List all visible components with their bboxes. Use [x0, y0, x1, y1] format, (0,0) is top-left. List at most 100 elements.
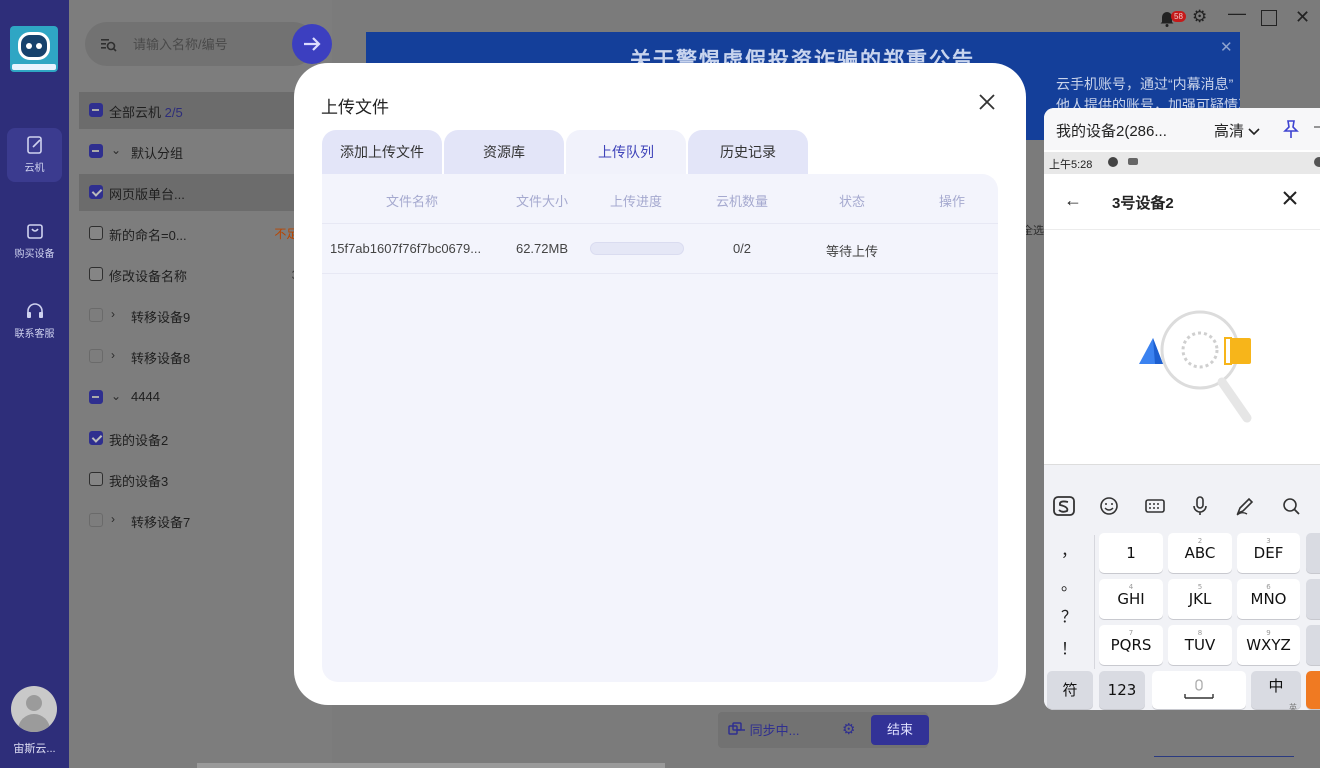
key-symbol[interactable]: 符 [1047, 671, 1093, 709]
upload-queue-table: 文件名称 文件大小 上传进度 云机数量 状态 操作 15f7ab1607f76f… [322, 174, 998, 682]
tree-item-label: 网页版单台... [109, 187, 185, 202]
back-arrow-icon[interactable]: ← [1064, 190, 1082, 211]
emoji-icon[interactable] [1098, 495, 1120, 517]
key-space[interactable] [1152, 671, 1246, 709]
user-avatar[interactable] [11, 686, 57, 732]
keyboard-icon[interactable] [1144, 495, 1166, 517]
checkbox[interactable] [89, 185, 103, 199]
key-delete[interactable] [1306, 533, 1320, 573]
checkbox[interactable] [89, 144, 103, 158]
tree-item-label: 转移设备7 [131, 515, 191, 530]
banner-close-icon[interactable]: ✕ [1220, 38, 1233, 56]
chevron-right-icon[interactable]: › [111, 348, 115, 362]
android-status-bar: 上午5:28 [1044, 152, 1320, 174]
rail-item-support[interactable]: 联系客服 [7, 294, 62, 348]
chevron-right-icon[interactable]: › [111, 307, 115, 321]
column-header-action: 操作 [938, 194, 965, 209]
sync-icon [728, 722, 745, 735]
keyboard-toolbar [1044, 465, 1320, 527]
end-button[interactable]: 结束 [871, 715, 929, 745]
handwriting-pen-icon[interactable] [1234, 495, 1256, 517]
user-name: 宙斯云... [13, 743, 56, 755]
bottom-link[interactable] [1154, 756, 1294, 757]
key-pqrs[interactable]: 7 PQRS [1099, 625, 1163, 665]
key-numbers[interactable]: 123 [1099, 671, 1145, 709]
status-time: 上午5:28 [1049, 159, 1093, 171]
key-language-switch[interactable]: 中英 [1251, 671, 1301, 710]
checkbox[interactable] [89, 472, 103, 486]
tree-item-label: 全部云机 2/5 [109, 105, 183, 120]
checkbox[interactable] [89, 308, 103, 322]
tree-item[interactable]: 全部云机 2/5 [79, 92, 305, 129]
key-extra[interactable] [1306, 625, 1320, 665]
checkbox[interactable] [89, 349, 103, 363]
tree-item[interactable]: ⌄默认分组1 [79, 133, 317, 170]
tree-item[interactable]: ›转移设备80 [79, 338, 317, 375]
notification-icon [1128, 158, 1138, 165]
checkbox[interactable] [89, 267, 103, 281]
chevron-right-icon[interactable]: › [111, 512, 115, 526]
tree-item[interactable]: 我的设备23天 [79, 420, 317, 457]
tree-item[interactable]: ›转移设备90 [79, 297, 317, 334]
punct-key[interactable]: ！ [1044, 635, 1094, 659]
tab-resource-library[interactable]: 资源库 [444, 130, 564, 174]
key-tuv[interactable]: 8 TUV [1168, 625, 1232, 665]
arrow-right-icon [304, 37, 321, 51]
rail-item-cloud[interactable]: 云机 [7, 128, 62, 182]
punct-key[interactable]: 。 [1044, 571, 1094, 595]
notification-badge: 58 [1171, 11, 1186, 22]
tree-item[interactable]: ⌄44441 [79, 379, 317, 416]
checkbox[interactable] [89, 513, 103, 527]
window-minimize-button[interactable]: — [1228, 3, 1246, 24]
search-icon[interactable] [1280, 495, 1302, 517]
key-wxyz[interactable]: 9 WXYZ [1237, 625, 1300, 665]
status-cell: 等待上传 [825, 244, 878, 259]
tree-item-label: 我的设备3 [109, 474, 169, 489]
key-enter[interactable] [1306, 671, 1320, 709]
checkbox[interactable] [89, 390, 103, 404]
tree-item-label: 转移设备9 [131, 310, 191, 325]
tab-upload-queue[interactable]: 上传队列 [566, 130, 686, 174]
tree-item[interactable]: 我的设备33天 [79, 461, 317, 498]
app-logo [10, 26, 58, 72]
dialog-title: 上传文件 [321, 98, 389, 117]
checkbox[interactable] [89, 431, 103, 445]
punct-key[interactable]: ？ [1044, 603, 1094, 627]
quality-value: 高清 [1214, 123, 1245, 140]
tree-item-label: 默认分组 [131, 146, 184, 161]
checkbox[interactable] [89, 103, 103, 117]
tree-item[interactable]: ›转移设备70 [79, 502, 317, 539]
chevron-down-icon[interactable]: ⌄ [111, 143, 121, 157]
tree-item[interactable]: 网页版单台...3天 [79, 174, 317, 211]
punct-key[interactable]: ， [1044, 537, 1094, 561]
window-maximize-button[interactable] [1261, 10, 1277, 26]
search-empty-illustration-icon [1139, 310, 1252, 423]
tab-history[interactable]: 历史记录 [688, 130, 808, 174]
wifi-icon [1314, 157, 1320, 167]
gear-icon[interactable]: ⚙ [842, 720, 855, 738]
quality-select[interactable]: 高清 [1214, 120, 1260, 141]
tab-add-upload-file[interactable]: 添加上传文件 [322, 130, 442, 174]
file-size-cell: 62.72MB [515, 241, 569, 256]
microphone-icon[interactable] [1189, 495, 1211, 517]
phone-minimize-button[interactable]: — [1314, 118, 1320, 135]
key-clear[interactable] [1306, 579, 1320, 619]
pin-icon[interactable] [1282, 119, 1300, 139]
sync-button[interactable]: 同步中... [728, 720, 799, 739]
tree-item-label: 我的设备2 [109, 433, 169, 448]
search-input[interactable] [133, 34, 253, 54]
search-submit-button[interactable] [292, 24, 332, 64]
close-icon[interactable] [1282, 190, 1298, 206]
window-close-button[interactable]: ✕ [1295, 7, 1310, 28]
settings-gear-icon[interactable]: ⚙ [1192, 7, 1207, 27]
rail-item-label: 云机 [24, 163, 45, 174]
sogou-logo-icon[interactable] [1053, 495, 1075, 517]
input-method-keyboard: ， 。 ？ ！ 1 2 ABC 3 DEF 4 GHI 5 JKL 6 MNO 7 PQRS… [1044, 464, 1320, 710]
tree-item[interactable]: 修改设备名称31天 [79, 256, 317, 293]
rail-item-buy[interactable]: 购买设备 [7, 214, 62, 268]
tree-item[interactable]: 新的命名=0...不足3天 [79, 215, 317, 252]
close-icon[interactable] [977, 92, 997, 112]
checkbox[interactable] [89, 226, 103, 240]
chevron-down-icon[interactable]: ⌄ [111, 389, 121, 403]
horizontal-scrollbar[interactable] [197, 763, 665, 768]
